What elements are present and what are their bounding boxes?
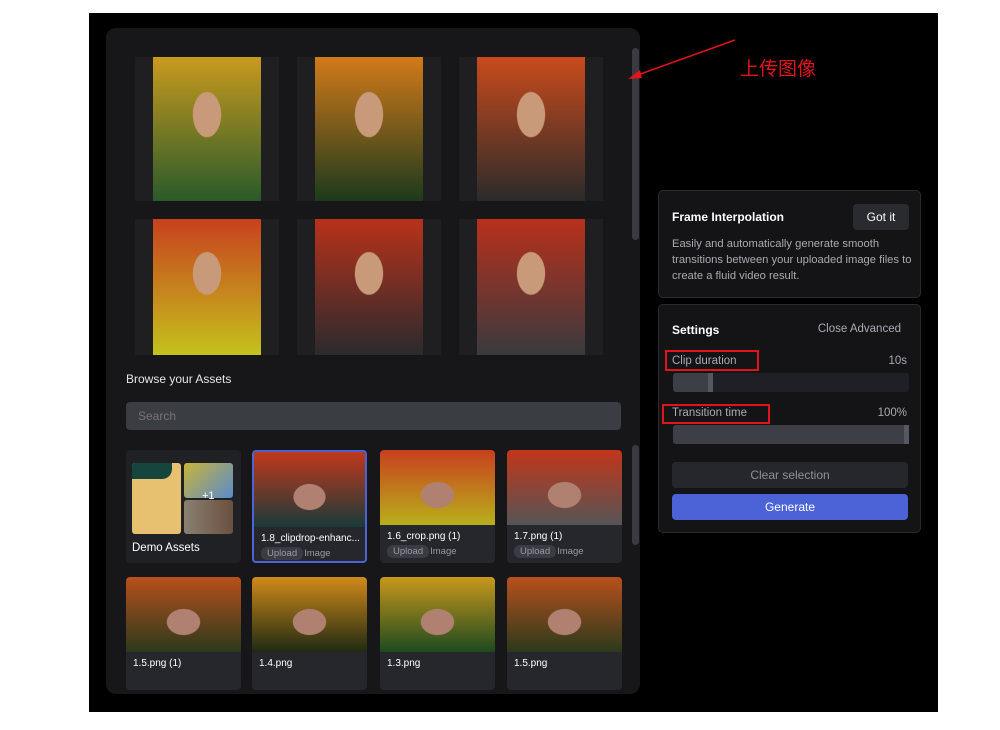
slider-fill — [673, 373, 709, 392]
search-input[interactable] — [126, 402, 621, 430]
asset-type: Image — [304, 548, 331, 559]
gallery-image[interactable] — [459, 57, 603, 201]
clip-duration-slider[interactable] — [673, 373, 909, 392]
gallery-image[interactable] — [459, 219, 603, 355]
asset-name: 1.5.png — [514, 658, 548, 669]
demo-assets-folder[interactable]: +1 Demo Assets — [126, 450, 241, 563]
asset-thumb — [126, 577, 241, 652]
asset-name: 1.3.png — [387, 658, 421, 669]
assets-panel: Browse your Assets +1 Demo Assets 1.8_cl… — [106, 28, 640, 694]
annotation-label: 上传图像 — [740, 58, 817, 80]
gallery-image-thumb — [153, 219, 261, 355]
gallery-image-thumb — [477, 57, 585, 201]
got-it-button[interactable]: Got it — [853, 204, 909, 230]
highlight-box — [665, 350, 759, 371]
gallery-image[interactable] — [135, 57, 279, 201]
gallery-image[interactable] — [297, 219, 441, 355]
asset-thumb — [380, 577, 495, 652]
asset-name: 1.8_clipdrop-enhanc... — [261, 533, 360, 544]
assets-scrollbar[interactable] — [632, 445, 639, 545]
gallery-image-thumb — [477, 219, 585, 355]
asset-thumb — [252, 577, 367, 652]
asset-card[interactable]: 1.5.png (1) — [126, 577, 241, 690]
asset-card[interactable]: 1.3.png — [380, 577, 495, 690]
asset-name: 1.6_crop.png (1) — [387, 531, 461, 542]
info-description: Easily and automatically generate smooth… — [672, 238, 912, 282]
slider-handle[interactable] — [708, 373, 714, 392]
gallery-image[interactable] — [297, 57, 441, 201]
folder-extra-count: +1 — [202, 490, 215, 502]
asset-type: Image — [430, 546, 457, 557]
asset-tags: Upload Image — [387, 545, 457, 558]
asset-card[interactable]: 1.5.png — [507, 577, 622, 690]
gallery-image-thumb — [315, 57, 423, 201]
info-title: Frame Interpolation — [672, 210, 785, 224]
asset-type: Image — [557, 546, 584, 557]
asset-thumb — [507, 577, 622, 652]
asset-thumb — [380, 450, 495, 525]
asset-thumb — [254, 452, 365, 527]
folder-thumb — [132, 463, 181, 534]
folder-label: Demo Assets — [132, 542, 200, 554]
gallery-image[interactable] — [135, 219, 279, 355]
slider-handle[interactable] — [904, 425, 909, 444]
browse-assets-title: Browse your Assets — [126, 372, 232, 386]
asset-tags: Upload Image — [514, 545, 584, 558]
slider-fill — [673, 425, 909, 444]
asset-source-badge: Upload — [261, 547, 304, 560]
annotation-arrow-icon — [628, 39, 736, 79]
asset-name: 1.7.png (1) — [514, 531, 563, 542]
asset-card[interactable]: 1.4.png — [252, 577, 367, 690]
gallery-image-thumb — [315, 219, 423, 355]
generate-button[interactable]: Generate — [672, 494, 908, 520]
clear-selection-button[interactable]: Clear selection — [672, 462, 908, 488]
asset-card[interactable]: 1.8_clipdrop-enhanc... Upload Image — [252, 450, 367, 563]
asset-card[interactable]: 1.7.png (1) Upload Image — [507, 450, 622, 563]
asset-name: 1.4.png — [259, 658, 293, 669]
frame-interpolation-card: Frame Interpolation Got it Easily and au… — [658, 190, 921, 298]
asset-source-badge: Upload — [387, 545, 430, 558]
asset-tags: Upload Image — [261, 547, 331, 560]
gallery-image-thumb — [153, 57, 261, 201]
folder-thumb — [184, 500, 233, 534]
highlight-box — [662, 404, 770, 424]
clip-duration-value: 10s — [888, 355, 907, 367]
asset-thumb — [507, 450, 622, 525]
asset-source-badge: Upload — [514, 545, 557, 558]
transition-time-value: 100% — [877, 407, 907, 419]
asset-card[interactable]: 1.6_crop.png (1) Upload Image — [380, 450, 495, 563]
close-advanced-link[interactable]: Close Advanced — [818, 323, 901, 335]
settings-title: Settings — [672, 323, 720, 337]
asset-name: 1.5.png (1) — [133, 658, 182, 669]
transition-time-slider[interactable] — [673, 425, 909, 444]
